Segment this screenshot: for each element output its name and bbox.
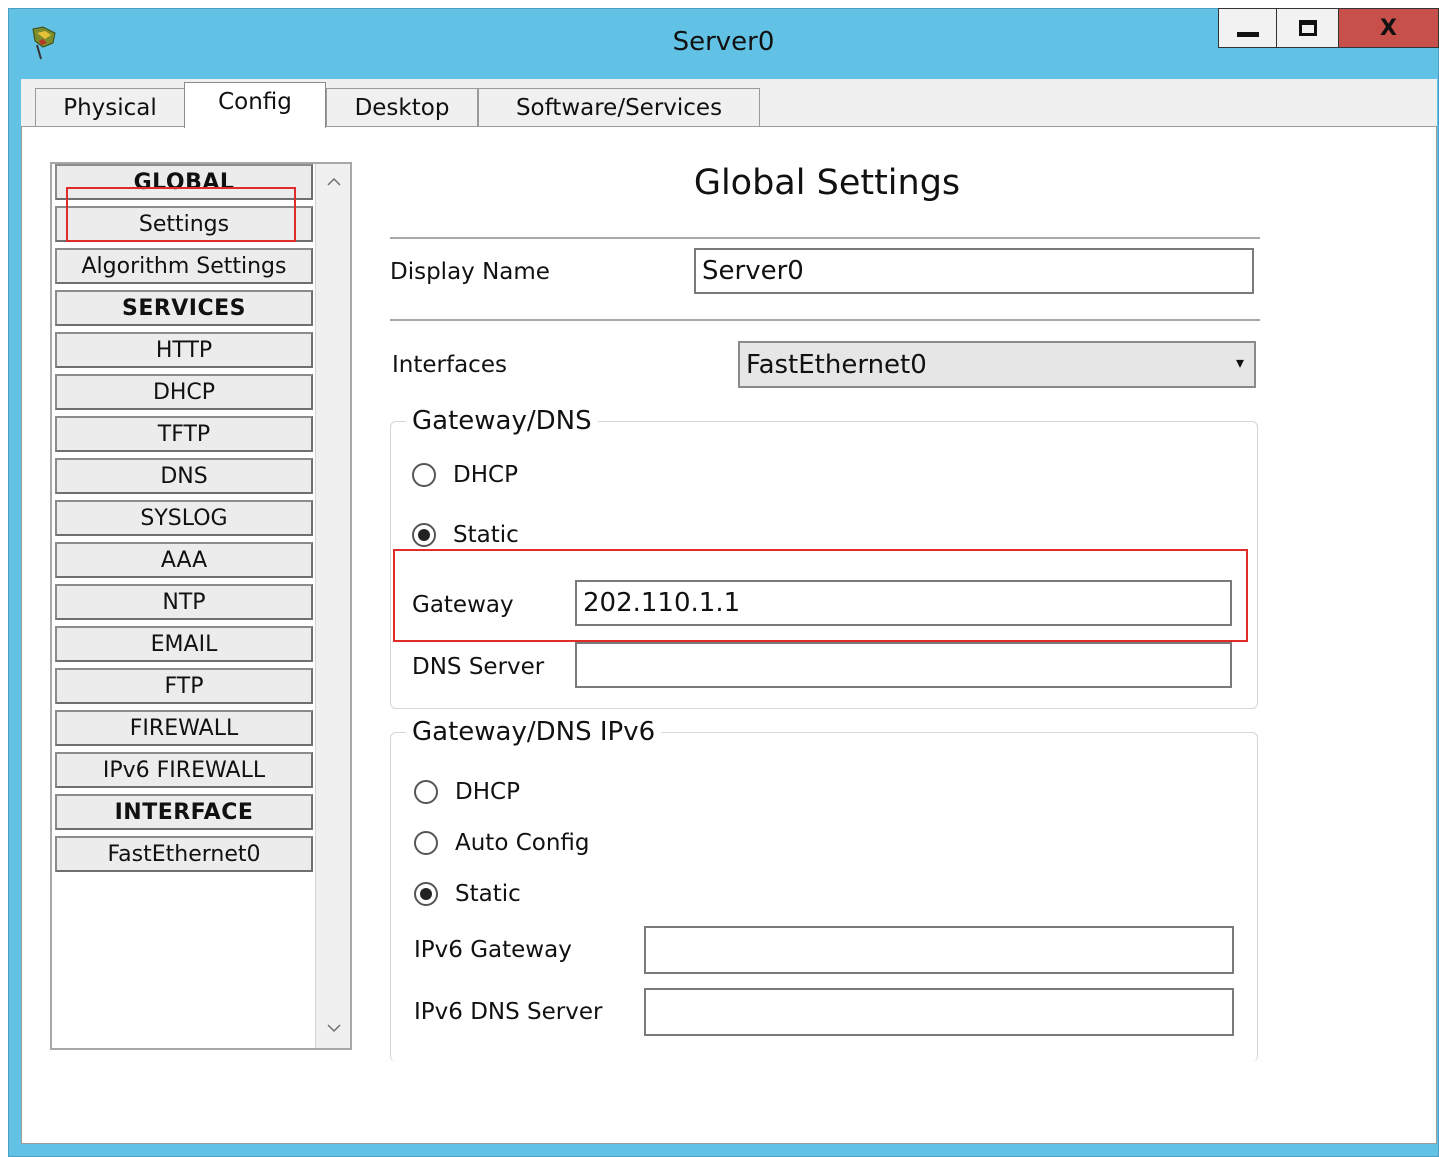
ipv6-auto-config-radio[interactable]: Auto Config	[414, 830, 590, 856]
page-title: Global Settings	[693, 163, 961, 203]
tab-desktop[interactable]: Desktop	[326, 88, 478, 127]
interfaces-selected-value: FastEthernet0	[746, 349, 927, 380]
radio-label: DHCP	[453, 462, 518, 488]
scroll-down-icon[interactable]	[316, 1010, 351, 1046]
tab-label: Desktop	[354, 95, 450, 121]
nav-item-ntp[interactable]: NTP	[55, 584, 313, 620]
radio-unchecked-icon	[414, 780, 438, 804]
ipv6-gateway-field[interactable]	[644, 926, 1234, 974]
nav-item-http[interactable]: HTTP	[55, 332, 313, 368]
radio-label: Static	[455, 881, 521, 907]
radio-label: Static	[453, 522, 519, 548]
interfaces-dropdown[interactable]: FastEthernet0 ▾	[738, 341, 1256, 388]
config-panel: GLOBAL Settings Algorithm Settings SERVI…	[21, 126, 1437, 1144]
nav-item-syslog[interactable]: SYSLOG	[55, 500, 313, 536]
interfaces-label: Interfaces	[392, 352, 507, 378]
nav-item-aaa[interactable]: AAA	[55, 542, 313, 578]
tab-label: Software/Services	[515, 95, 723, 121]
radio-unchecked-icon	[412, 463, 436, 487]
radio-checked-icon	[414, 882, 438, 906]
ipv6-dns-server-label: IPv6 DNS Server	[414, 999, 603, 1025]
dns-server-label: DNS Server	[412, 654, 545, 680]
nav-item-tftp[interactable]: TFTP	[55, 416, 313, 452]
nav-item-dhcp[interactable]: DHCP	[55, 374, 313, 410]
settings-highlight-box	[66, 187, 296, 242]
gateway-dhcp-radio[interactable]: DHCP	[412, 462, 518, 488]
radio-label: Auto Config	[455, 830, 590, 856]
divider	[390, 319, 1260, 321]
tab-physical[interactable]: Physical	[35, 88, 185, 127]
ipv6-dns-server-field[interactable]	[644, 988, 1234, 1036]
config-nav-list[interactable]: GLOBAL Settings Algorithm Settings SERVI…	[50, 162, 352, 1050]
radio-unchecked-icon	[414, 831, 438, 855]
nav-item-email[interactable]: EMAIL	[55, 626, 313, 662]
minimize-button[interactable]	[1218, 8, 1277, 48]
gateway-static-radio[interactable]: Static	[412, 522, 519, 548]
tab-label: Config	[218, 88, 292, 115]
nav-item-fastethernet0[interactable]: FastEthernet0	[55, 836, 313, 872]
maximize-button[interactable]	[1277, 8, 1339, 48]
close-button[interactable]: X	[1339, 8, 1439, 48]
ipv6-static-radio[interactable]: Static	[414, 881, 521, 907]
nav-scrollbar[interactable]	[315, 164, 350, 1048]
nav-header-interface: INTERFACE	[55, 794, 313, 830]
nav-item-firewall[interactable]: FIREWALL	[55, 710, 313, 746]
server0-window: Server0 X Physical Config Desktop Softwa…	[8, 8, 1439, 1157]
maximize-icon	[1298, 20, 1317, 36]
tab-strip: Physical Config Desktop Software/Service…	[21, 79, 1437, 128]
radio-checked-icon	[412, 523, 436, 547]
gateway-dns-ipv6-legend: Gateway/DNS IPv6	[406, 717, 662, 747]
nav-header-services: SERVICES	[55, 290, 313, 326]
gateway-highlight-box	[393, 549, 1248, 642]
tab-label: Physical	[63, 95, 157, 121]
nav-item-ipv6-firewall[interactable]: IPv6 FIREWALL	[55, 752, 313, 788]
dropdown-arrow-icon: ▾	[1235, 353, 1244, 372]
nav-item-dns[interactable]: DNS	[55, 458, 313, 494]
ipv6-dhcp-radio[interactable]: DHCP	[414, 779, 520, 805]
gateway-dns-legend: Gateway/DNS	[406, 406, 598, 436]
display-name-label: Display Name	[390, 259, 550, 285]
scroll-up-icon[interactable]	[316, 164, 351, 200]
tab-software-services[interactable]: Software/Services	[478, 88, 760, 127]
dns-server-field[interactable]	[575, 642, 1232, 688]
display-name-field[interactable]: Server0	[694, 248, 1254, 294]
divider	[390, 237, 1260, 239]
nav-item-ftp[interactable]: FTP	[55, 668, 313, 704]
title-bar[interactable]: Server0 X	[9, 8, 1439, 79]
radio-label: DHCP	[455, 779, 520, 805]
nav-item-algorithm-settings[interactable]: Algorithm Settings	[55, 248, 313, 284]
tab-config[interactable]: Config	[184, 82, 326, 128]
minimize-icon	[1236, 31, 1259, 37]
ipv6-gateway-label: IPv6 Gateway	[414, 937, 572, 963]
close-icon: X	[1380, 15, 1397, 41]
